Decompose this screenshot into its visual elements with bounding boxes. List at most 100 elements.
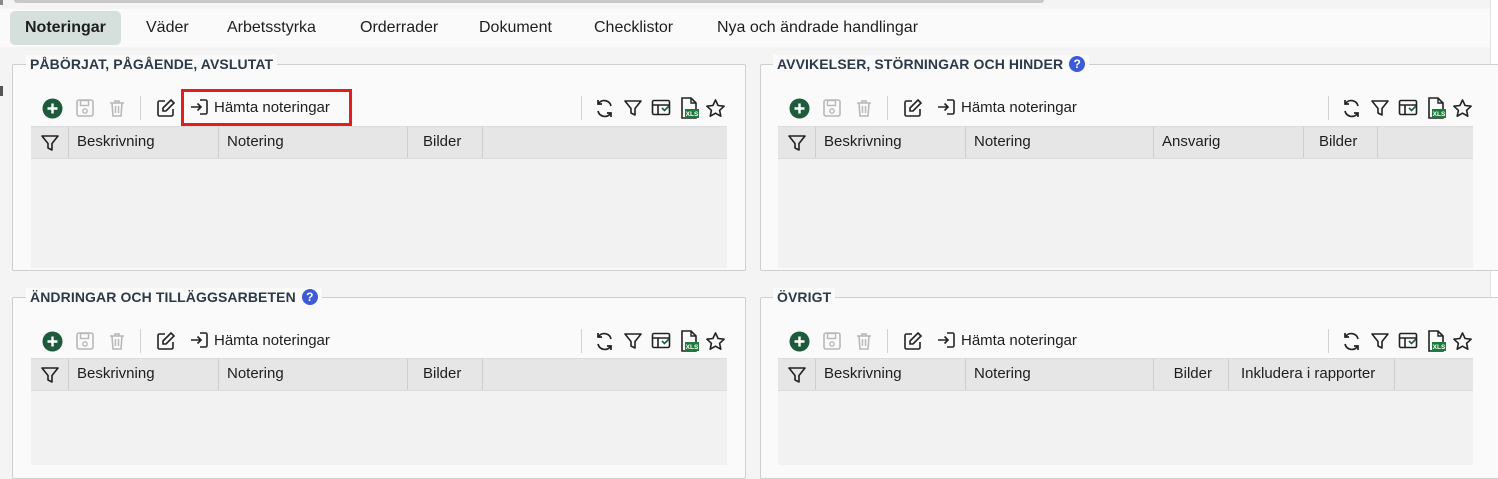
save-icon[interactable] [74,330,96,352]
toolbar-divider [140,96,141,120]
column-settings-icon[interactable] [650,330,672,352]
tab-noteringar[interactable]: Noteringar [10,11,121,45]
grid-filter-icon[interactable] [778,127,816,158]
add-icon[interactable] [41,330,63,352]
save-icon[interactable] [74,97,96,119]
add-icon[interactable] [41,97,63,119]
column-header-bilder[interactable]: Bilder [408,127,483,158]
delete-icon[interactable] [853,330,875,352]
refresh-icon[interactable] [593,330,615,352]
sign-in-icon [191,332,208,348]
column-settings-icon[interactable] [650,97,672,119]
panel-title: ÄNDRINGAR OCH TILLÄGGSARBETEN ? [26,288,322,306]
column-header-beskrivning[interactable]: Beskrivning [69,127,219,158]
fetch-notes-label: Hämta noteringar [961,331,1077,349]
help-icon[interactable]: ? [301,289,318,305]
column-header-bilder[interactable]: Bilder [408,359,483,390]
column-header-notering[interactable]: Notering [966,359,1154,390]
add-icon[interactable] [788,97,810,119]
toolbar-divider [1328,96,1329,120]
fetch-notes-button[interactable]: Hämta noteringar [937,96,1077,118]
column-header-beskrivning[interactable]: Beskrivning [816,359,966,390]
panel-title: AVVIKELSER, STÖRNINGAR OCH HINDER ? [773,55,1090,73]
panel-title-text: AVVIKELSER, STÖRNINGAR OCH HINDER [777,56,1064,72]
tab-nya-och-andrade-handlingar[interactable]: Nya och ändrade handlingar [717,11,918,45]
filter-icon[interactable] [622,97,644,119]
grid-header: Beskrivning Notering Ansvarig Bilder [778,126,1473,159]
edit-icon[interactable] [902,97,924,119]
panel-title-text: PÅBÖRJAT, PÅGÅENDE, AVSLUTAT [30,56,274,72]
fetch-notes-button[interactable]: Hämta noteringar [937,329,1077,351]
toolbar-divider [887,96,888,120]
column-header-bilder[interactable]: Bilder [1154,359,1229,390]
tab-arbetsstyrka[interactable]: Arbetsstyrka [227,11,316,45]
export-excel-icon[interactable]: XLS [678,97,700,119]
column-header-notering[interactable]: Notering [219,359,408,390]
refresh-icon[interactable] [1340,330,1362,352]
column-header-beskrivning[interactable]: Beskrivning [69,359,219,390]
tab-bar: Noteringar Väder Arbetsstyrka Orderrader… [0,9,1490,47]
edit-icon[interactable] [155,97,177,119]
favorite-star-icon[interactable] [704,97,726,119]
scroll-left-arrow[interactable] [0,0,3,5]
panel-title-text: ÄNDRINGAR OCH TILLÄGGSARBETEN [30,289,296,305]
delete-icon[interactable] [106,97,128,119]
edit-icon[interactable] [155,330,177,352]
notes-grid: Beskrivning Notering Bilder [31,358,727,465]
save-icon[interactable] [821,330,843,352]
grid-header: Beskrivning Notering Bilder [31,358,727,391]
fetch-notes-button[interactable]: Hämta noteringar [190,329,330,351]
tab-vader[interactable]: Väder [146,11,189,45]
filter-icon[interactable] [1369,97,1391,119]
sign-in-icon [938,332,955,348]
export-excel-icon[interactable]: XLS [678,330,700,352]
toolbar-divider [887,329,888,353]
svg-text:XLS: XLS [686,111,699,118]
column-settings-icon[interactable] [1397,330,1419,352]
column-header-beskrivning[interactable]: Beskrivning [816,127,966,158]
grid-filter-icon[interactable] [778,359,816,390]
column-header-inkludera-i-rapporter[interactable]: Inkludera i rapporter [1229,359,1395,390]
column-header-notering[interactable]: Notering [966,127,1154,158]
column-header-bilder[interactable]: Bilder [1304,127,1378,158]
grid-filter-icon[interactable] [31,127,69,158]
top-scroll-strip [0,0,1498,9]
delete-icon[interactable] [106,330,128,352]
collapse-handle[interactable] [0,86,3,96]
panel-title-text: ÖVRIGT [777,289,832,305]
notes-grid: Beskrivning Notering Bilder Inkludera i … [778,358,1473,465]
column-header-ansvarig[interactable]: Ansvarig [1154,127,1304,158]
notes-grid: Beskrivning Notering Ansvarig Bilder [778,126,1473,268]
horizontal-scrollbar[interactable] [14,0,1044,3]
toolbar-divider [581,329,582,353]
tab-orderrader[interactable]: Orderrader [360,11,438,45]
grid-header: Beskrivning Notering Bilder Inkludera i … [778,358,1473,391]
fetch-notes-label: Hämta noteringar [961,98,1077,116]
grid-filter-icon[interactable] [31,359,69,390]
favorite-star-icon[interactable] [1451,97,1473,119]
favorite-star-icon[interactable] [1451,330,1473,352]
add-icon[interactable] [788,330,810,352]
save-icon[interactable] [821,97,843,119]
filter-icon[interactable] [1369,330,1391,352]
delete-icon[interactable] [853,97,875,119]
panel-title: ÖVRIGT [773,288,836,306]
toolbar-divider [140,329,141,353]
edit-icon[interactable] [902,330,924,352]
toolbar-divider [581,96,582,120]
column-settings-icon[interactable] [1397,97,1419,119]
refresh-icon[interactable] [593,97,615,119]
export-excel-icon[interactable]: XLS [1425,330,1447,352]
tab-dokument[interactable]: Dokument [479,11,552,45]
tab-checklistor[interactable]: Checklistor [594,11,673,45]
sign-in-icon [938,99,955,115]
favorite-star-icon[interactable] [704,330,726,352]
filter-icon[interactable] [622,330,644,352]
export-excel-icon[interactable]: XLS [1425,97,1447,119]
help-icon[interactable]: ? [1069,56,1086,72]
fetch-notes-label: Hämta noteringar [214,331,330,349]
column-header-notering[interactable]: Notering [219,127,408,158]
svg-text:XLS: XLS [1433,344,1446,351]
svg-text:XLS: XLS [686,344,699,351]
refresh-icon[interactable] [1340,97,1362,119]
